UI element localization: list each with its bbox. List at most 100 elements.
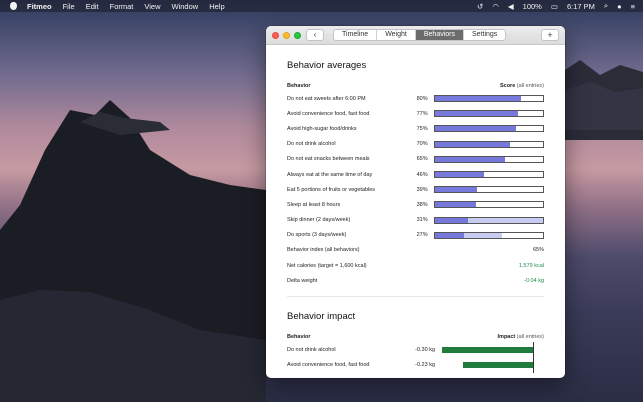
behavior-row[interactable]: Do not drink alcohol 70% <box>287 137 544 152</box>
window-controls <box>272 32 305 39</box>
score-bar <box>433 231 544 239</box>
menu-clock[interactable]: 6:17 PM <box>567 2 595 11</box>
behavior-label: Do not eat sweets after 6:00 PM <box>287 95 366 102</box>
score-bar-fill <box>434 156 506 162</box>
behavior-label: Do not drink alcohol <box>287 141 336 148</box>
averages-col-behavior: Behavior <box>287 83 311 89</box>
tab-settings[interactable]: Settings <box>464 30 505 40</box>
behavior-label: Do not eat snacks between meals <box>287 156 370 163</box>
user-avatar-icon[interactable]: ● <box>617 2 622 11</box>
behavior-score: 39% <box>416 186 428 193</box>
summary-label: Behavior index (all behaviors) <box>287 247 360 254</box>
behavior-row[interactable]: Avoid convenience food, fast food 77% <box>287 106 544 121</box>
score-bar <box>433 155 544 163</box>
tab-timeline[interactable]: Timeline <box>334 30 378 40</box>
menu-file[interactable]: File <box>63 2 75 11</box>
behavior-label: Eat 5 portions of fruits or vegetables <box>287 186 376 193</box>
menu-window[interactable]: Window <box>172 2 199 11</box>
impact-value: -0.23 kg <box>415 362 435 369</box>
impact-row[interactable]: Avoid convenience food, fast food -0.23 k… <box>287 357 544 373</box>
impact-title: Behavior impact <box>287 311 356 323</box>
menu-app-name[interactable]: Fitmeo <box>27 2 52 11</box>
behavior-row[interactable]: Sleep at least 8 hours 38% <box>287 197 544 212</box>
averages-stats: Behavior index (all behaviors) 65% Net cal… <box>287 243 544 289</box>
averages-col-score-group: Score (all entries) <box>500 83 544 91</box>
behavior-row[interactable]: Avoid high-sugar food/drinks 75% <box>287 121 544 136</box>
summary-row: Net calories (target = 1,600 kcal) 1,579 … <box>287 258 544 273</box>
tab-behaviors[interactable]: Behaviors <box>415 30 465 40</box>
back-button[interactable]: ‹ <box>306 29 324 41</box>
impact-header: Behavior Impact (all entries) <box>287 334 544 342</box>
summary-value: -0.04 kg <box>524 277 544 284</box>
spotlight-icon[interactable]: ⌕ <box>604 1 608 11</box>
behavior-score: 70% <box>416 141 428 148</box>
wifi-icon[interactable]: ◠ <box>492 2 499 11</box>
impact-bar <box>442 346 534 353</box>
score-bar-fill <box>434 126 516 132</box>
impact-bar-track <box>439 342 534 358</box>
behavior-row[interactable]: Always eat at the same time of day 46% <box>287 167 544 182</box>
tab-bar: Timeline Weight Behaviors Settings <box>333 29 507 41</box>
behavior-row[interactable]: Do not eat sweets after 6:00 PM 80% <box>287 91 544 106</box>
score-bar <box>433 171 544 179</box>
score-bar-fill <box>434 141 511 147</box>
impact-col-impact-group: Impact (all entries) <box>498 334 544 342</box>
behavior-label: Avoid high-sugar food/drinks <box>287 125 357 132</box>
score-bar-fill <box>434 232 464 238</box>
averages-col-score-note: (all entries) <box>516 83 544 89</box>
impact-col-impact-note: (all entries) <box>516 334 544 341</box>
zoom-window-button[interactable] <box>294 32 301 39</box>
behavior-score: 46% <box>416 171 428 178</box>
menu-bar: Fitmeo File Edit Format View Window Help… <box>0 0 643 12</box>
menu-format[interactable]: Format <box>110 2 134 11</box>
impact-label: Do not drink alcohol <box>287 347 336 354</box>
score-bar-fill <box>434 172 485 178</box>
impact-bar <box>463 362 534 369</box>
time-machine-icon[interactable]: ↺ <box>477 2 483 11</box>
menu-help[interactable]: Help <box>209 2 224 11</box>
behavior-score: 38% <box>416 201 428 208</box>
behavior-row[interactable]: Do not eat snacks between meals 65% <box>287 152 544 167</box>
behavior-label: Always eat at the same time of day <box>287 171 373 178</box>
title-bar: ‹ Timeline Weight Behaviors Settings + <box>266 26 565 45</box>
behavior-row[interactable]: Eat 5 portions of fruits or vegetables 39… <box>287 182 544 197</box>
score-bar-fill <box>434 96 522 102</box>
behavior-label: Avoid convenience food, fast food <box>287 110 370 117</box>
impact-bar-track <box>439 357 534 373</box>
impact-zero-axis <box>533 342 534 358</box>
impact-value: -0.30 kg <box>415 347 435 354</box>
summary-label: Delta weight <box>287 277 318 284</box>
summary-row: Behavior index (all behaviors) 65% <box>287 243 544 258</box>
add-button[interactable]: + <box>541 29 559 41</box>
menu-edit[interactable]: Edit <box>86 2 99 11</box>
behavior-score: 77% <box>416 110 428 117</box>
impact-row[interactable]: Do not drink alcohol -0.30 kg <box>287 342 544 358</box>
score-bar <box>433 95 544 103</box>
behavior-row[interactable]: Skip dinner (2 days/week) 31% <box>287 213 544 228</box>
minimize-window-button[interactable] <box>283 32 290 39</box>
behavior-row[interactable]: Do sports (3 days/week) 27% <box>287 228 544 243</box>
notification-center-icon[interactable]: ≡ <box>631 2 635 11</box>
behaviors-content[interactable]: Behavior averages Behavior Score (all en… <box>266 45 565 378</box>
score-bar-fill <box>434 111 519 117</box>
menu-view[interactable]: View <box>144 2 160 11</box>
tab-weight[interactable]: Weight <box>377 30 416 40</box>
battery-percent[interactable]: 100% <box>523 2 542 11</box>
apple-menu-icon[interactable] <box>10 2 17 10</box>
behavior-label: Do sports (3 days/week) <box>287 232 347 239</box>
summary-row: Delta weight -0.04 kg <box>287 273 544 288</box>
score-bar-fill <box>434 202 476 208</box>
battery-icon[interactable]: ▭ <box>551 2 558 11</box>
score-bar <box>433 110 544 118</box>
summary-value: 65% <box>532 247 544 254</box>
impact-list: Do not drink alcohol -0.30 kg Avoid conven… <box>287 342 544 373</box>
score-bar <box>433 201 544 209</box>
section-divider <box>287 296 544 298</box>
impact-col-behavior: Behavior <box>287 334 311 341</box>
score-bar <box>433 216 544 224</box>
averages-col-score: Score <box>499 83 516 89</box>
averages-list: Do not eat sweets after 6:00 PM 80% Avoid … <box>287 91 544 243</box>
volume-icon[interactable]: ◀ <box>508 2 514 11</box>
behavior-label: Sleep at least 8 hours <box>287 201 341 208</box>
close-window-button[interactable] <box>272 32 279 39</box>
